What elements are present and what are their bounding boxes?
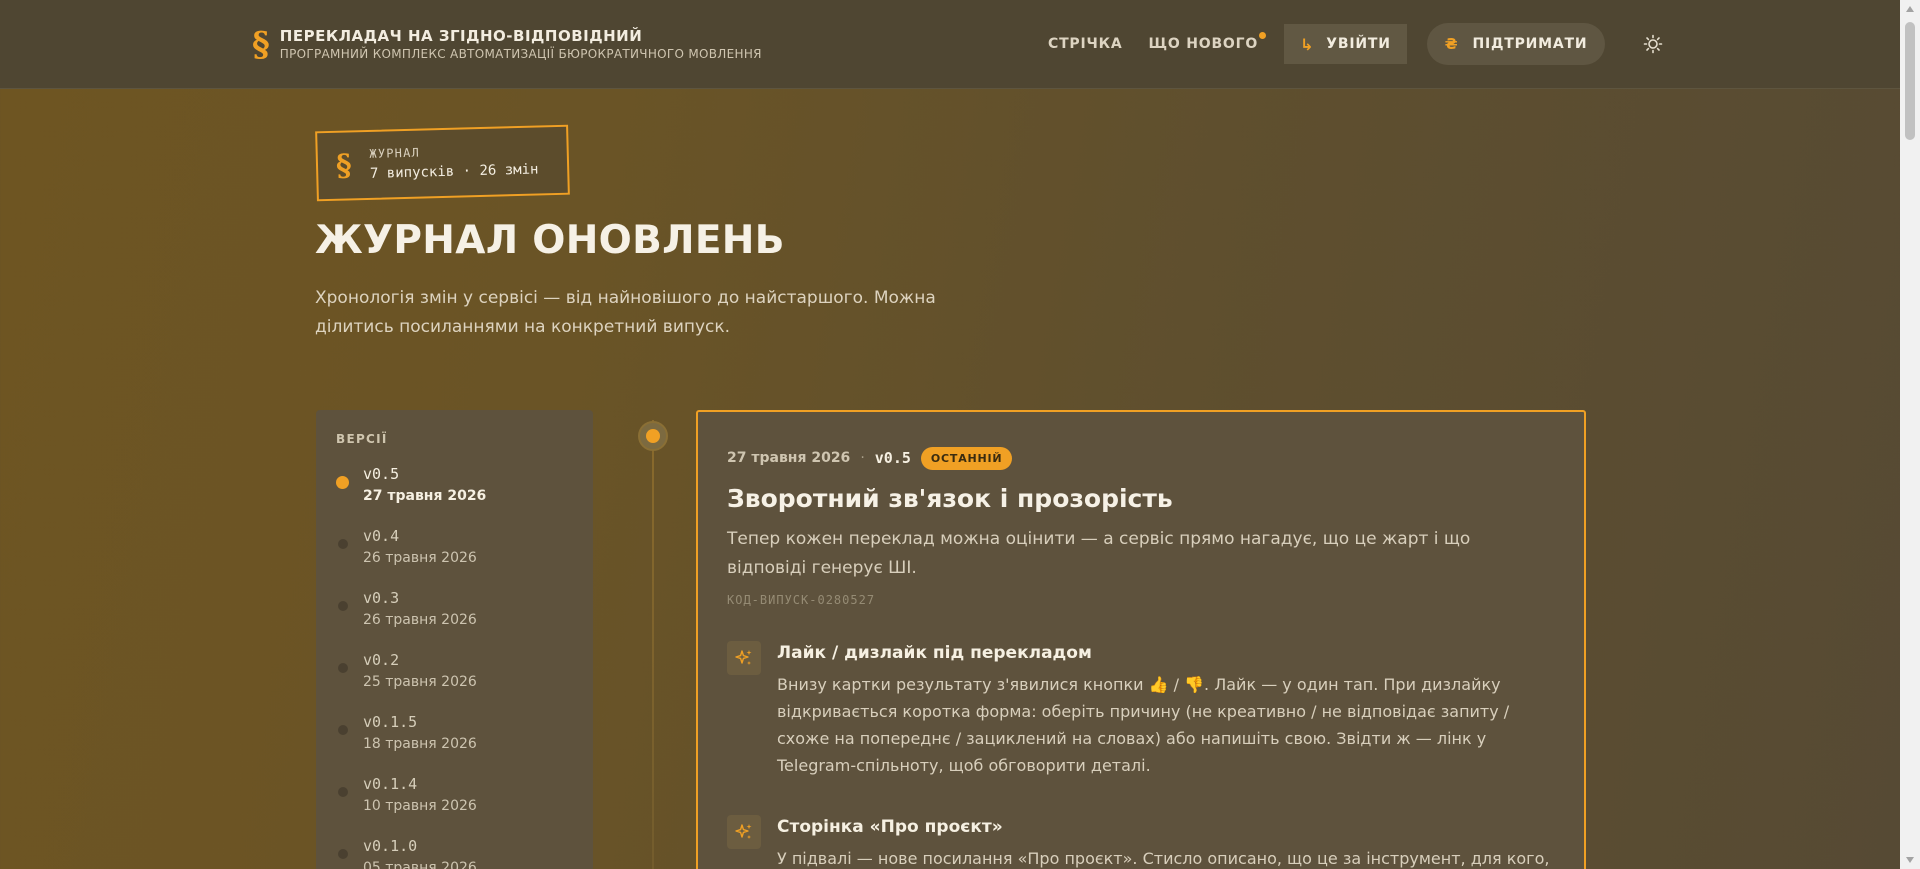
page-scrollbar[interactable] [1900,0,1920,869]
version-name: v0.4 [363,527,400,545]
page-title: ЖУРНАЛ ОНОВЛЕНЬ [315,218,785,263]
scrollbar-thumb[interactable] [1905,22,1915,140]
version-dot-icon [338,663,348,673]
version-item-v0-1-4[interactable]: v0.1.4 10 травня 2026 [336,774,593,836]
timeline-node-dot [646,429,660,443]
timeline-line [652,420,654,869]
support-label: ПІДТРИМАТИ [1472,36,1588,52]
version-item-v0-1-5[interactable]: v0.1.5 18 травня 2026 [336,712,593,774]
brand-title: ПЕРЕКЛАДАЧ НА ЗГІДНО-ВІДПОВІДНИЙ [279,27,643,45]
sun-icon [1644,34,1663,54]
brand-subtitle: ПРОГРАМНИЙ КОМПЛЕКС АВТОМАТИЗАЦІЇ БЮРОКР… [279,47,762,61]
version-date: 26 травня 2026 [363,550,477,566]
version-name: v0.3 [363,589,400,607]
release-code: КОД-ВИПУСК-0280527 [727,593,876,607]
version-item-v0-5[interactable]: v0.5 27 травня 2026 [336,464,593,526]
brand-logo-link[interactable]: § ПЕРЕКЛАДАЧ НА ЗГІДНО-ВІДПОВІДНИЙ ПРОГР… [252,26,762,64]
change-text: У підвалі — нове посилання «Про проєкт».… [777,849,1550,868]
release-version: v0.5 [874,449,911,467]
badge-count: 7 випусків · 26 змін [369,161,539,182]
section-sign-icon: § [335,147,353,184]
sparkles-icon [727,815,761,849]
versions-title: ВЕРСІЇ [336,432,388,446]
login-label: УВІЙТИ [1326,36,1391,52]
login-button[interactable]: ↳ УВІЙТИ [1284,24,1407,64]
release-card: 27 травня 2026 · v0.5 ОСТАННІЙ Зворотний… [696,410,1586,869]
version-name: v0.5 [363,465,400,483]
version-item-v0-4[interactable]: v0.4 26 травня 2026 [336,526,593,588]
release-meta: 27 травня 2026 · v0.5 ОСТАННІЙ [727,446,1555,470]
hryvnia-icon: ₴ [1444,35,1459,53]
meta-separator: · [860,450,865,466]
version-name: v0.1.5 [363,713,418,731]
change-text: Внизу картки результату з'явилися кнопки… [777,675,1510,775]
release-date: 27 травня 2026 [727,450,851,466]
nav-whats-new-link[interactable]: ЩО НОВОГО [1148,32,1267,52]
change-title: Сторінка «Про проєкт» [777,817,1003,837]
section-sign-logo-icon: § [252,25,270,65]
version-item-v0-2[interactable]: v0.2 25 травня 2026 [336,650,593,712]
version-date: 18 травня 2026 [363,736,477,752]
version-name: v0.1.4 [363,775,418,793]
page-description: Хронологія змін у сервісі — від найновіш… [315,288,936,337]
sparkles-icon [727,641,761,675]
release-title: Зворотний зв'язок і прозорість [727,484,1173,513]
release-description: Тепер кожен переклад можна оцінити — а с… [727,529,1471,578]
version-dot-icon [338,539,348,549]
version-date: 25 травня 2026 [363,674,477,690]
new-indicator-dot [1259,32,1267,39]
version-name: v0.2 [363,651,400,669]
version-item-v0-3[interactable]: v0.3 26 травня 2026 [336,588,593,650]
sparkles-icon-svg [735,650,752,665]
version-date: 10 травня 2026 [363,798,477,814]
version-name: v0.1.0 [363,837,418,855]
sparkles-icon-svg [735,824,752,839]
main-nav: СТРІЧКА ЩО НОВОГО ↳ УВІЙТИ ₴ ПІДТРИМАТИ [1048,23,1665,65]
nav-feed-link[interactable]: СТРІЧКА [1048,36,1123,52]
scroll-up-arrow-icon[interactable] [1906,6,1914,12]
version-dot-icon [336,476,349,489]
nav-whats-new-label: ЩО НОВОГО [1148,36,1259,52]
login-arrow-icon: ↳ [1300,34,1315,54]
change-title: Лайк / дизлайк під перекладом [777,643,1092,663]
timeline-node [638,421,668,451]
version-dot-icon [338,725,348,735]
change-item: Сторінка «Про проєкт» У підвалі — нове п… [727,815,1555,869]
support-button[interactable]: ₴ ПІДТРИМАТИ [1426,23,1606,65]
version-dot-icon [338,849,348,859]
version-date: 27 травня 2026 [363,488,487,504]
journal-badge: § ЖУРНАЛ 7 випусків · 26 змін [315,124,570,202]
version-item-v0-1-0[interactable]: v0.1.0 05 травня 2026 [336,836,593,869]
version-dot-icon [338,787,348,797]
change-item: Лайк / дизлайк під перекладом Внизу карт… [727,641,1555,779]
version-date: 26 травня 2026 [363,612,477,628]
latest-badge: ОСТАННІЙ [920,446,1013,470]
scroll-down-arrow-icon[interactable] [1906,857,1914,863]
theme-toggle-button[interactable] [1641,32,1665,56]
version-dot-icon [338,601,348,611]
version-date: 05 травня 2026 [363,860,477,869]
versions-sidebar: ВЕРСІЇ v0.5 27 травня 2026 v0.4 26 травн… [316,410,593,869]
top-header: § ПЕРЕКЛАДАЧ НА ЗГІДНО-ВІДПОВІДНИЙ ПРОГР… [0,0,1900,89]
